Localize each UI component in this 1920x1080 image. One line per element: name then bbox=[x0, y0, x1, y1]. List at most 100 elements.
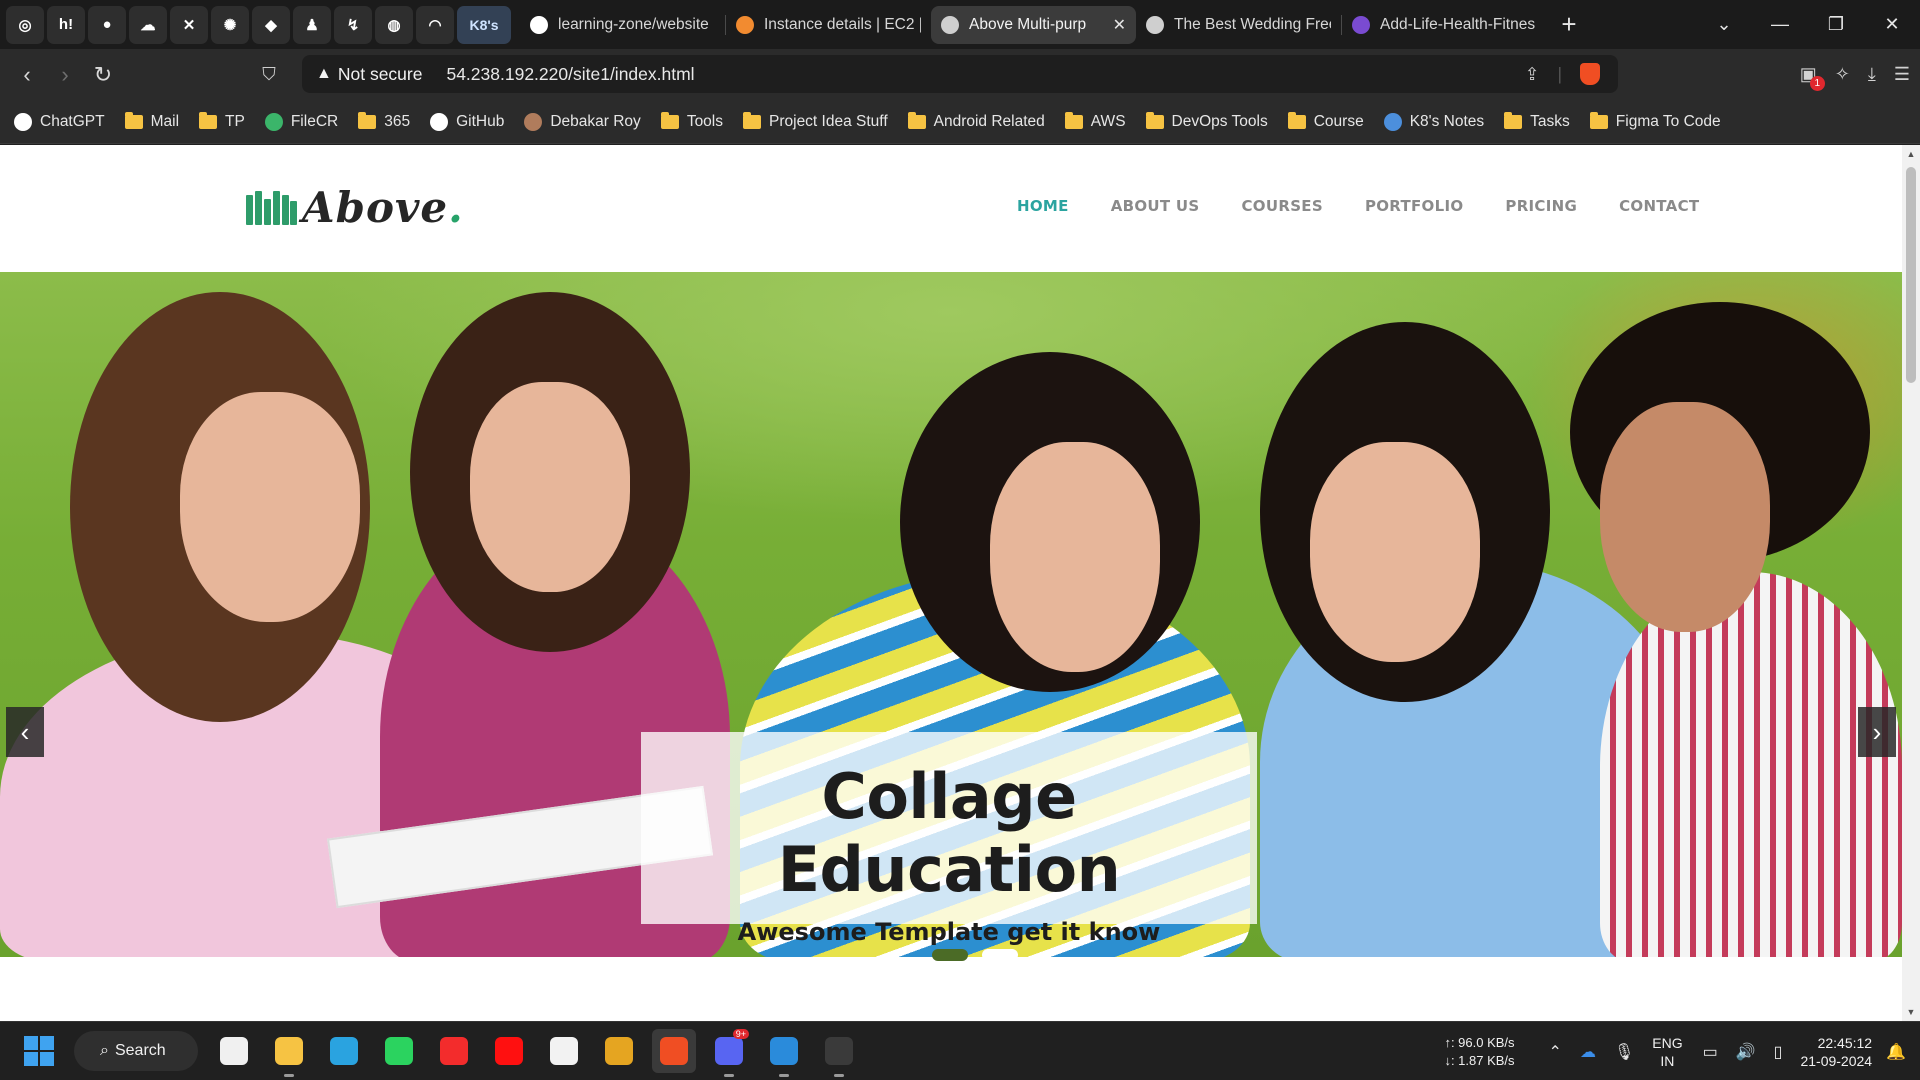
volume-icon[interactable]: 🔊 bbox=[1736, 1042, 1756, 1062]
bookmark-label: Mail bbox=[150, 112, 180, 130]
bookmark-item[interactable]: DevOps Tools bbox=[1145, 111, 1268, 131]
bookmark-item[interactable]: Figma To Code bbox=[1589, 111, 1721, 131]
github-icon[interactable]: ● bbox=[88, 5, 126, 44]
terminal-glyph bbox=[825, 1037, 853, 1065]
cloudflare-icon[interactable]: ☁ bbox=[129, 5, 167, 44]
bookmark-item[interactable]: AWS bbox=[1064, 111, 1126, 131]
youtube-icon[interactable] bbox=[487, 1029, 531, 1073]
warning-icon[interactable]: ▲ bbox=[316, 65, 332, 83]
microsoft-store-icon[interactable] bbox=[212, 1029, 256, 1073]
bookmark-label: DevOps Tools bbox=[1171, 112, 1268, 130]
chrome-icon[interactable] bbox=[597, 1029, 641, 1073]
bookmark-item[interactable]: Debakar Roy bbox=[524, 112, 641, 131]
claude-icon[interactable]: ✺ bbox=[211, 5, 249, 44]
prev-slide-button[interactable]: ‹ bbox=[6, 707, 44, 757]
microphone-icon[interactable]: 🎙 bbox=[1614, 1042, 1634, 1062]
nav-home[interactable]: HOME bbox=[1017, 197, 1069, 215]
globe-icon[interactable]: ◍ bbox=[375, 5, 413, 44]
site-logo[interactable]: Above. bbox=[246, 183, 464, 232]
new-tab-button[interactable]: + bbox=[1549, 6, 1589, 44]
bookmark-item[interactable]: FileCR bbox=[264, 112, 339, 131]
bookmark-item[interactable]: ChatGPT bbox=[14, 112, 105, 131]
brave-shields-icon[interactable] bbox=[1580, 63, 1600, 85]
battery-icon[interactable]: ▯ bbox=[1774, 1042, 1783, 1062]
next-slide-button[interactable]: › bbox=[1858, 707, 1896, 757]
bookmark-item[interactable]: Tasks bbox=[1504, 111, 1570, 131]
whatsapp-icon[interactable] bbox=[377, 1029, 421, 1073]
slide-indicator[interactable] bbox=[932, 949, 968, 961]
bookmark-icon[interactable]: ⛉ bbox=[254, 64, 284, 85]
extension-icon[interactable]: ▣ 1 bbox=[1800, 64, 1825, 91]
nav-contact[interactable]: CONTACT bbox=[1619, 197, 1699, 215]
brave-icon[interactable] bbox=[652, 1029, 696, 1073]
slide-indicator[interactable] bbox=[982, 949, 1018, 961]
browser-tab[interactable]: Add-Life-Health-Fitnes bbox=[1342, 6, 1547, 44]
bookmark-item[interactable]: 365 bbox=[358, 111, 411, 131]
zap-icon[interactable]: ↯ bbox=[334, 5, 372, 44]
file-explorer-icon[interactable] bbox=[267, 1029, 311, 1077]
back-button[interactable]: ‹ bbox=[8, 62, 46, 88]
security-label[interactable]: Not secure bbox=[338, 64, 423, 85]
share-icon[interactable]: ⇪ bbox=[1525, 64, 1540, 85]
extensions-puzzle-icon[interactable]: ✧ bbox=[1835, 64, 1850, 85]
restore-button[interactable]: ❐ bbox=[1808, 14, 1864, 35]
vscode-icon[interactable] bbox=[762, 1029, 806, 1077]
app-icon[interactable]: ✕ bbox=[170, 5, 208, 44]
chevron-up-icon[interactable]: ⌃ bbox=[1549, 1042, 1562, 1062]
nav-courses[interactable]: COURSES bbox=[1242, 197, 1323, 215]
url-text[interactable]: 54.238.192.220/site1/index.html bbox=[446, 64, 694, 85]
scrollbar-thumb[interactable] bbox=[1906, 167, 1916, 383]
folder-icon bbox=[124, 111, 143, 129]
windows-start-icon[interactable] bbox=[24, 1036, 54, 1066]
browser-tab[interactable]: Above Multi-purp ✕ bbox=[931, 5, 1136, 44]
chatgpt-icon[interactable]: ◎ bbox=[6, 5, 44, 44]
nav-portfolio[interactable]: PORTFOLIO bbox=[1365, 197, 1463, 215]
bookmark-item[interactable]: K8's Notes bbox=[1383, 112, 1484, 131]
minimize-button[interactable]: — bbox=[1752, 14, 1808, 35]
scroll-up-icon[interactable]: ▲ bbox=[1902, 149, 1920, 159]
onedrive-icon[interactable]: ☁ bbox=[1580, 1042, 1596, 1062]
close-tab-icon[interactable]: ✕ bbox=[1113, 15, 1126, 35]
cloud-icon[interactable]: ◠ bbox=[416, 5, 454, 44]
bookmark-label: 365 bbox=[384, 112, 411, 130]
bookmark-item[interactable]: Tools bbox=[660, 111, 723, 131]
reload-button[interactable]: ↻ bbox=[84, 62, 122, 88]
page-scrollbar[interactable]: ▲ ▼ bbox=[1902, 145, 1920, 1021]
bookmark-item[interactable]: Mail bbox=[124, 111, 180, 131]
address-bar[interactable]: ▲ Not secure 54.238.192.220/site1/index.… bbox=[302, 55, 1618, 93]
network-icon[interactable]: ▭ bbox=[1703, 1042, 1718, 1062]
browser-tab[interactable]: Instance details | EC2 | bbox=[726, 6, 931, 44]
bookmark-item[interactable]: Project Idea Stuff bbox=[743, 111, 888, 131]
taskbar-search[interactable]: ⌕ Search bbox=[74, 1031, 198, 1071]
tab-search-chevron-icon[interactable]: ⌄ bbox=[1696, 14, 1752, 35]
bookmark-label: Tools bbox=[686, 112, 723, 130]
youtube-music-icon[interactable] bbox=[432, 1029, 476, 1073]
nav-pricing[interactable]: PRICING bbox=[1505, 197, 1577, 215]
hashnode-icon[interactable]: h! bbox=[47, 5, 85, 44]
terminal-icon[interactable] bbox=[817, 1029, 861, 1077]
bookmark-label: TP bbox=[225, 112, 245, 130]
tool-icon[interactable]: ♟ bbox=[293, 5, 331, 44]
discord-icon[interactable]: 9+ bbox=[707, 1029, 751, 1077]
figma-icon[interactable]: ◆ bbox=[252, 5, 290, 44]
menu-icon[interactable]: ☰ bbox=[1894, 64, 1910, 85]
notion-icon[interactable] bbox=[542, 1029, 586, 1073]
download-icon[interactable]: ⤓ bbox=[1868, 64, 1876, 85]
bookmark-item[interactable]: TP bbox=[199, 111, 245, 131]
clock[interactable]: 22:45:12 21-09-2024 bbox=[1800, 1034, 1872, 1070]
bookmark-item[interactable]: Android Related bbox=[907, 111, 1045, 131]
bookmark-label: FileCR bbox=[290, 112, 339, 130]
language-indicator[interactable]: ENG IN bbox=[1652, 1034, 1682, 1070]
forward-button[interactable]: › bbox=[46, 62, 84, 88]
close-window-button[interactable]: ✕ bbox=[1864, 14, 1920, 35]
nav-about-us[interactable]: ABOUT US bbox=[1111, 197, 1200, 215]
browser-tab[interactable]: The Best Wedding Free bbox=[1136, 6, 1341, 44]
browser-tab[interactable]: learning-zone/website bbox=[520, 6, 725, 44]
scroll-down-icon[interactable]: ▼ bbox=[1902, 1007, 1920, 1017]
bookmark-item[interactable]: Course bbox=[1287, 111, 1364, 131]
bookmark-item[interactable]: GitHub bbox=[430, 112, 504, 131]
notification-bell-icon[interactable]: 🔔 bbox=[1886, 1042, 1906, 1062]
globe-icon bbox=[1146, 15, 1164, 34]
pinned-tab-k8s[interactable]: K8's bbox=[457, 5, 511, 44]
telegram-icon[interactable] bbox=[322, 1029, 366, 1073]
